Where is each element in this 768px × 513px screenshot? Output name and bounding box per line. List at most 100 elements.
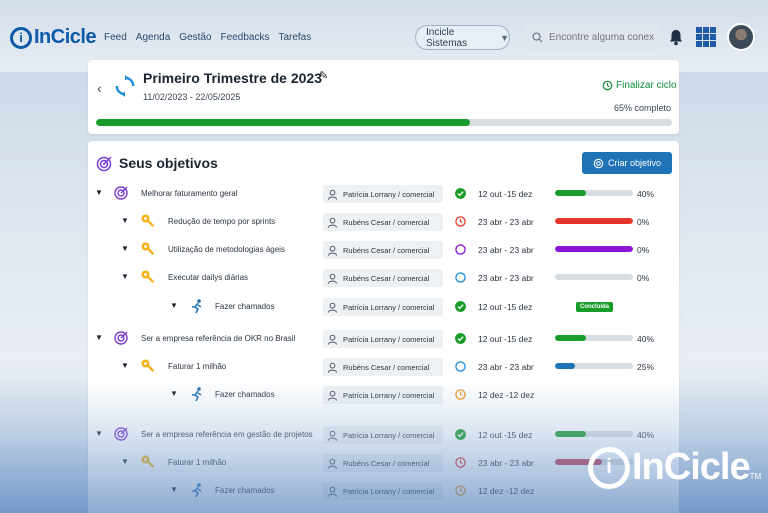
objective-name[interactable]: Faturar 1 milhão <box>168 362 226 371</box>
circle-status-icon <box>455 361 466 372</box>
owner-name: Patrícia Lorrany / comercial <box>343 390 435 400</box>
objective-row[interactable]: ▼ Ser a empresa referência de OKR no Bras… <box>88 328 679 350</box>
cycle-dates: 11/02/2023 - 22/05/2025 <box>143 92 241 102</box>
runner-icon <box>192 483 202 498</box>
owner-chip[interactable]: Patrícia Lorrany / comercial <box>323 185 443 203</box>
user-icon <box>327 390 338 401</box>
back-arrow-icon[interactable]: ‹ <box>97 80 102 96</box>
owner-name: Rubéns Cesar / comercial <box>343 217 430 227</box>
apps-grid-icon[interactable] <box>696 27 716 47</box>
status-badge: Concluída <box>576 302 614 312</box>
objective-name[interactable]: Utilização de metodologias ágeis <box>168 245 285 254</box>
objective-row[interactable]: ▼ Fazer chamados Patrícia Lorrany / comerc… <box>88 296 679 318</box>
check-circle-icon <box>455 333 466 344</box>
objective-progress-value: 40% <box>637 189 655 199</box>
objective-row[interactable]: ▼ Redução de tempo por sprints Rubéns Cesa… <box>88 211 679 233</box>
expand-toggle-icon[interactable]: ▼ <box>170 301 178 310</box>
owner-chip[interactable]: Rubéns Cesar / comercial <box>323 241 443 259</box>
objective-progress-value: 0% <box>637 273 650 283</box>
expand-toggle-icon[interactable]: ▼ <box>170 485 178 494</box>
expand-toggle-icon[interactable]: ▼ <box>95 188 103 197</box>
expand-toggle-icon[interactable]: ▼ <box>121 457 129 466</box>
objective-name[interactable]: Executar dailys diárias <box>168 273 248 282</box>
objective-row[interactable]: ▼ Utilização de metodologias ágeis Rubéns … <box>88 239 679 261</box>
objective-row[interactable]: ▼ Melhorar faturamento geral Patrícia Lorr… <box>88 183 679 205</box>
owner-name: Patrícia Lorrany / comercial <box>343 334 435 344</box>
owner-name: Patrícia Lorrany / comercial <box>343 430 435 440</box>
edit-pencil-icon[interactable]: ✎ <box>319 69 328 82</box>
company-select[interactable]: Incicle Sistemas ▼ <box>415 25 510 50</box>
owner-chip[interactable]: Patrícia Lorrany / comercial <box>323 482 443 500</box>
objective-period: 12 out -15 dez <box>478 189 533 199</box>
user-icon <box>327 302 338 313</box>
objective-name[interactable]: Fazer chamados <box>215 390 275 399</box>
objective-name[interactable]: Fazer chamados <box>215 302 275 311</box>
objective-row[interactable]: ▼ Faturar 1 milhão Rubéns Cesar / comercia… <box>88 356 679 378</box>
objective-name[interactable]: Redução de tempo por sprints <box>168 217 275 226</box>
create-objective-label: Criar objetivo <box>607 158 662 168</box>
owner-chip[interactable]: Patrícia Lorrany / comercial <box>323 330 443 348</box>
owner-chip[interactable]: Rubéns Cesar / comercial <box>323 454 443 472</box>
expand-toggle-icon[interactable]: ▼ <box>121 272 129 281</box>
objective-progress-bar <box>555 246 633 252</box>
objective-row[interactable]: ▼ Ser a empresa referência em gestão de p… <box>88 424 679 446</box>
circle-status-icon <box>455 272 466 283</box>
search-box[interactable] <box>523 25 660 50</box>
search-icon <box>532 32 543 43</box>
objective-name[interactable]: Ser a empresa referência em gestão de pr… <box>141 430 313 439</box>
nav-item-agenda[interactable]: Agenda <box>136 32 170 43</box>
create-objective-button[interactable]: Criar objetivo <box>582 152 672 174</box>
nav-item-feedbacks[interactable]: Feedbacks <box>221 32 270 43</box>
expand-toggle-icon[interactable]: ▼ <box>95 333 103 342</box>
owner-chip[interactable]: Rubéns Cesar / comercial <box>323 269 443 287</box>
objective-progress-value: 25% <box>637 362 655 372</box>
main-nav: Feed Agenda Gestão Feedbacks Tarefas <box>104 32 311 43</box>
objectives-heading: Seus objetivos <box>119 155 218 171</box>
clock-pending-icon <box>455 389 466 400</box>
owner-chip[interactable]: Patrícia Lorrany / comercial <box>323 386 443 404</box>
objective-progress-bar <box>555 431 633 437</box>
app-logo[interactable]: i InCicle <box>10 26 97 49</box>
owner-name: Rubéns Cesar / comercial <box>343 362 430 372</box>
objective-name[interactable]: Faturar 1 milhão <box>168 458 226 467</box>
objective-progress-bar <box>555 363 633 369</box>
objective-name[interactable]: Melhorar faturamento geral <box>141 189 238 198</box>
objective-progress-fill <box>555 190 587 196</box>
expand-toggle-icon[interactable]: ▼ <box>121 244 129 253</box>
cycle-progress-fill <box>96 119 471 126</box>
owner-chip[interactable]: Patrícia Lorrany / comercial <box>323 426 443 444</box>
bell-icon[interactable] <box>668 29 684 46</box>
objective-period: 23 abr - 23 abr <box>478 362 534 372</box>
expand-toggle-icon[interactable]: ▼ <box>121 216 129 225</box>
expand-toggle-icon[interactable]: ▼ <box>170 389 178 398</box>
search-input[interactable] <box>549 32 654 43</box>
finalize-cycle-button[interactable]: Finalizar ciclo <box>602 80 677 91</box>
owner-chip[interactable]: Rubéns Cesar / comercial <box>323 213 443 231</box>
objective-period: 12 dez -12 dez <box>478 390 535 400</box>
finalize-cycle-label: Finalizar ciclo <box>616 80 677 91</box>
key-icon <box>141 270 155 284</box>
key-icon <box>141 455 155 469</box>
objective-row[interactable]: ▼ Executar dailys diárias Rubéns Cesar / c… <box>88 267 679 289</box>
owner-chip[interactable]: Patrícia Lorrany / comercial <box>323 298 443 316</box>
chevron-down-icon: ▼ <box>500 32 509 43</box>
key-icon <box>141 359 155 373</box>
objective-name[interactable]: Fazer chamados <box>215 486 275 495</box>
owner-name: Rubéns Cesar / comercial <box>343 273 430 283</box>
nav-item-gestao[interactable]: Gestão <box>179 32 211 43</box>
user-icon <box>327 217 338 228</box>
expand-toggle-icon[interactable]: ▼ <box>95 429 103 438</box>
owner-chip[interactable]: Rubéns Cesar / comercial <box>323 358 443 376</box>
nav-item-tarefas[interactable]: Tarefas <box>278 32 311 43</box>
nav-item-feed[interactable]: Feed <box>104 32 127 43</box>
objective-row[interactable]: ▼ Fazer chamados Patrícia Lorrany / comerc… <box>88 384 679 406</box>
expand-toggle-icon[interactable]: ▼ <box>121 361 129 370</box>
user-avatar[interactable] <box>727 23 755 51</box>
objective-progress-bar <box>555 190 633 196</box>
objective-name[interactable]: Ser a empresa referência de OKR no Brasi… <box>141 334 295 343</box>
objective-period: 23 abr - 23 abr <box>478 458 534 468</box>
user-icon <box>327 334 338 345</box>
objective-period: 12 out -15 dez <box>478 302 533 312</box>
objective-progress-bar <box>555 274 633 280</box>
company-select-value: Incicle Sistemas <box>426 26 468 49</box>
